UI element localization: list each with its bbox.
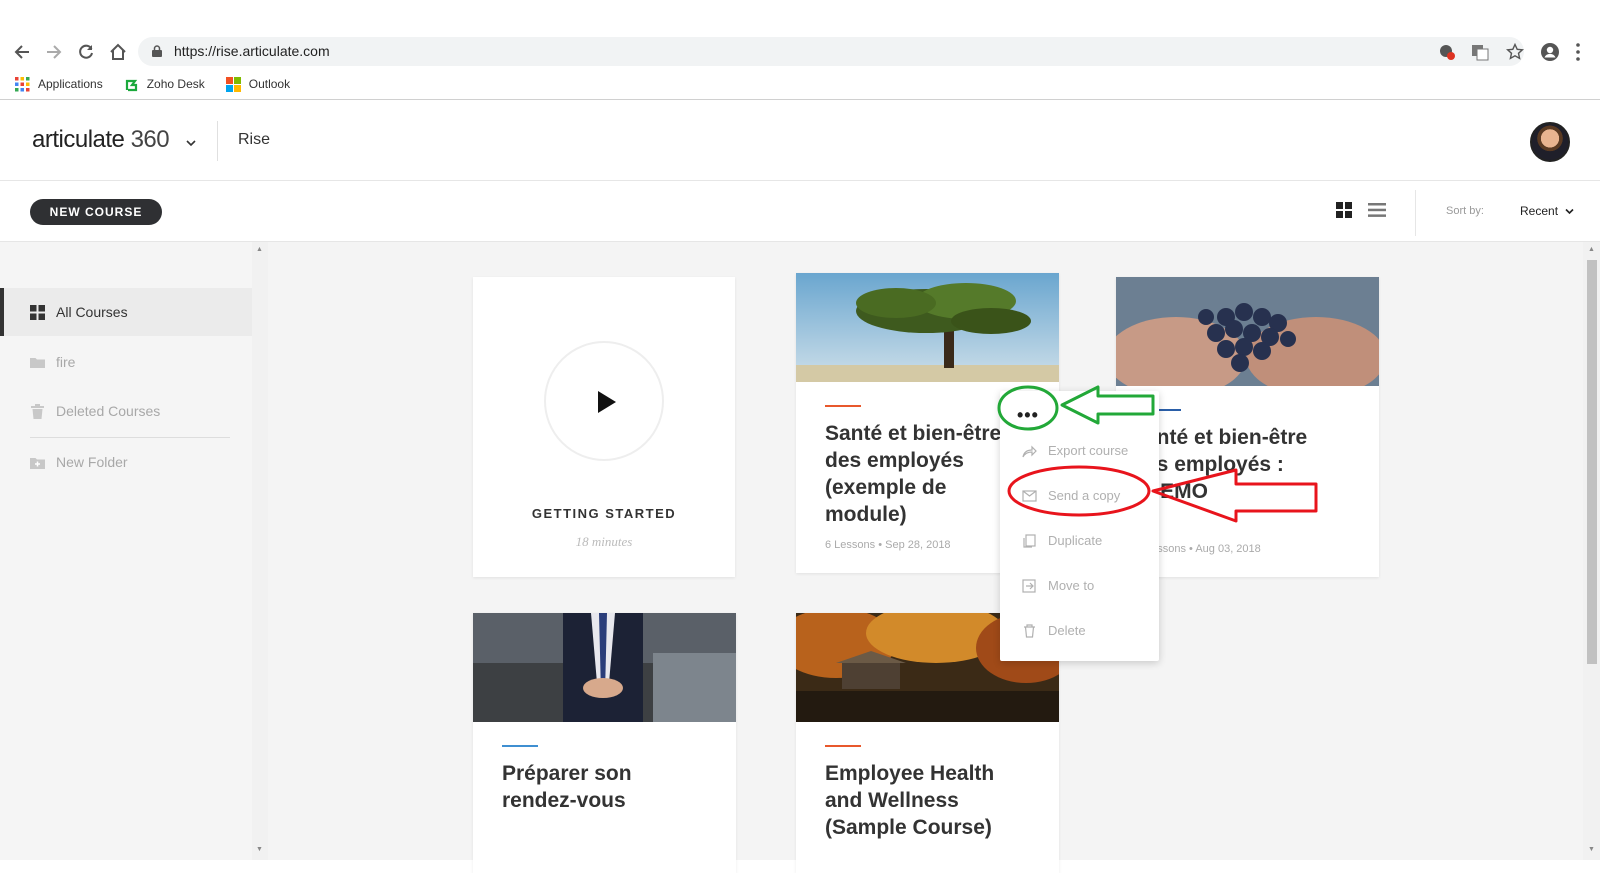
more-options-button[interactable]: ••• [1017,405,1039,426]
grid-icon [30,304,45,320]
header-divider [217,121,218,161]
bookmark-zoho-desk[interactable]: Zoho Desk [124,77,205,92]
menu-item-label: Send a copy [1048,488,1121,503]
windows-logo-icon [225,76,241,92]
grid-view-icon[interactable] [1336,202,1352,218]
blocked-content-icon[interactable] [1438,43,1456,61]
menu-item-send-a-copy[interactable]: Send a copy [1022,488,1120,503]
menu-item-label: Export course [1048,443,1129,458]
bookmarks-bar: Applications Zoho Desk Outlook [0,71,296,97]
list-view-icon[interactable] [1368,202,1386,218]
envelope-icon [1022,489,1037,502]
chevron-down-icon[interactable] [186,139,196,147]
browser-menu-icon[interactable] [1575,42,1581,62]
new-course-button[interactable]: NEW COURSE [30,199,162,225]
getting-started-card[interactable]: GETTING STARTED 18 minutes [473,277,735,577]
course-toolbar: NEW COURSE Sort by: Recent [0,182,1600,242]
menu-item-delete[interactable]: Delete [1022,623,1086,638]
share-arrow-icon [1022,445,1037,457]
add-folder-icon [30,457,45,469]
scroll-down-icon[interactable]: ▼ [256,846,263,853]
app-header: articulate 360 Rise [0,101,1600,181]
browser-toolbar: https://rise.articulate.com Applications… [0,0,1600,100]
getting-started-title: GETTING STARTED [531,506,677,521]
bookmark-outlook[interactable]: Outlook [225,76,291,92]
course-accent-bar [825,405,861,407]
bookmark-applications[interactable]: Applications [15,76,103,92]
sidebar-item-new-folder[interactable]: New Folder [0,438,252,486]
course-context-menu: ••• Export course Send a copy Duplicate … [1000,391,1159,661]
translate-icon[interactable] [1471,43,1489,61]
avatar[interactable] [1530,122,1570,162]
course-title: anté et bien-être es employés : DEMO [1145,426,1308,503]
scroll-down-icon[interactable]: ▼ [1588,846,1595,853]
sort-dropdown[interactable]: Recent [1520,204,1574,218]
forward-icon[interactable] [43,41,65,63]
logo-text: articulate [32,126,125,153]
chevron-down-icon [1565,208,1574,215]
move-icon [1022,578,1036,593]
getting-started-duration: 18 minutes [575,534,633,549]
sidebar: All Courses fire Deleted Courses New Fol… [0,242,252,860]
course-thumbnail [796,273,1059,382]
copy-icon [1023,533,1036,548]
course-thumbnail [473,613,736,722]
course-accent-bar [502,745,538,747]
star-icon[interactable] [1506,43,1524,61]
product-name: Rise [238,131,271,148]
apps-grid-icon [15,76,30,91]
bookmark-label: Applications [38,77,103,91]
sidebar-item-deleted-courses[interactable]: Deleted Courses [0,387,252,435]
scroll-up-icon[interactable]: ▲ [256,246,263,253]
scroll-up-icon[interactable]: ▲ [1588,246,1595,253]
course-meta: Lessons • Aug 03, 2018 [1145,543,1261,555]
address-bar[interactable]: https://rise.articulate.com [138,37,1524,66]
back-icon[interactable] [11,41,33,63]
course-title: Employee Health and Wellness (Sample Cou… [825,762,995,839]
sidebar-item-fire[interactable]: fire [0,338,252,386]
toolbar-divider [1415,190,1416,236]
menu-item-export-course[interactable]: Export course [1022,443,1128,458]
course-title: Préparer son rendez-vous [502,762,632,812]
bookmark-label: Zoho Desk [146,77,205,91]
bookmark-label: Outlook [248,77,291,91]
articulate-360-logo[interactable]: articulate 360 [32,126,170,154]
menu-item-duplicate[interactable]: Duplicate [1022,533,1102,548]
sidebar-item-all-courses[interactable]: All Courses [0,288,252,336]
menu-item-label: Duplicate [1048,533,1103,548]
sidebar-item-label: New Folder [56,454,128,470]
scrollbar-thumb[interactable] [1587,260,1597,664]
play-icon [598,391,616,413]
main-scrollbar[interactable]: ▲ ▼ [1583,242,1600,860]
course-thumbnail [1106,277,1386,397]
folder-icon [30,357,45,368]
home-icon[interactable] [107,41,129,63]
menu-item-label: Move to [1048,578,1095,593]
lock-icon [152,45,162,57]
course-meta: 6 Lessons • Sep 28, 2018 [825,539,951,551]
play-button[interactable] [544,341,664,461]
sidebar-item-label: fire [56,354,76,370]
sidebar-scrollbar[interactable]: ▲ ▼ [252,242,268,860]
menu-item-move-to[interactable]: Move to [1022,578,1094,593]
sidebar-item-label: All Courses [56,304,128,320]
trash-icon [31,403,44,419]
zoho-desk-icon [125,79,137,91]
sort-value: Recent [1520,204,1559,218]
course-accent-bar [825,745,861,747]
sort-label: Sort by: [1446,205,1484,217]
menu-item-label: Delete [1048,623,1086,638]
trash-icon [1024,623,1035,638]
url-text[interactable]: https://rise.articulate.com [174,43,330,59]
sidebar-item-label: Deleted Courses [56,403,161,419]
logo-number: 360 [130,126,170,153]
profile-icon[interactable] [1540,42,1560,62]
reload-icon[interactable] [75,41,97,63]
course-card[interactable]: Préparer son rendez-vous [473,613,736,873]
